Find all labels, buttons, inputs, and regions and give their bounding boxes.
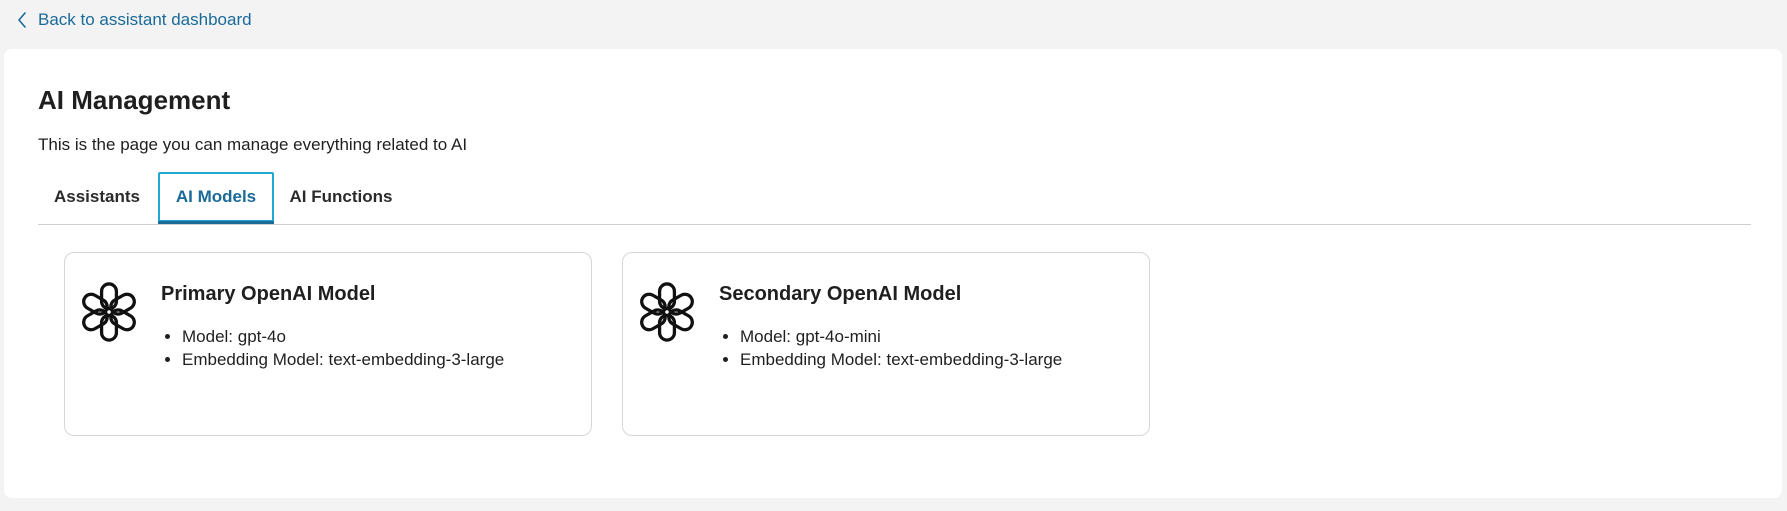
model-card-primary[interactable]: Primary OpenAI Model Model: gpt-4o Embed… (64, 252, 592, 436)
tab-bar: Assistants AI Models AI Functions (38, 172, 1751, 225)
main-panel: AI Management This is the page you can m… (4, 49, 1782, 498)
page-title: AI Management (38, 85, 231, 115)
model-card-title: Primary OpenAI Model (161, 283, 376, 305)
chevron-left-icon (18, 12, 26, 28)
openai-logo-icon (79, 282, 139, 342)
model-name-item: Model: gpt-4o-mini (740, 325, 1062, 348)
model-details-list: Model: gpt-4o-mini Embedding Model: text… (719, 325, 1062, 371)
back-link-label: Back to assistant dashboard (38, 10, 252, 29)
page-subtitle: This is the page you can manage everythi… (38, 135, 468, 154)
model-card-title: Secondary OpenAI Model (719, 283, 962, 305)
openai-logo-icon (637, 282, 697, 342)
model-details-list: Model: gpt-4o Embedding Model: text-embe… (161, 325, 504, 371)
back-to-dashboard-link[interactable]: Back to assistant dashboard (16, 8, 252, 32)
tab-ai-models[interactable]: AI Models (158, 172, 274, 224)
model-card-secondary[interactable]: Secondary OpenAI Model Model: gpt-4o-min… (622, 252, 1150, 436)
tab-assistants[interactable]: Assistants (38, 172, 156, 222)
embedding-model-item: Embedding Model: text-embedding-3-large (740, 348, 1062, 371)
tab-ai-functions[interactable]: AI Functions (276, 172, 406, 222)
embedding-model-item: Embedding Model: text-embedding-3-large (182, 348, 504, 371)
model-name-item: Model: gpt-4o (182, 325, 504, 348)
